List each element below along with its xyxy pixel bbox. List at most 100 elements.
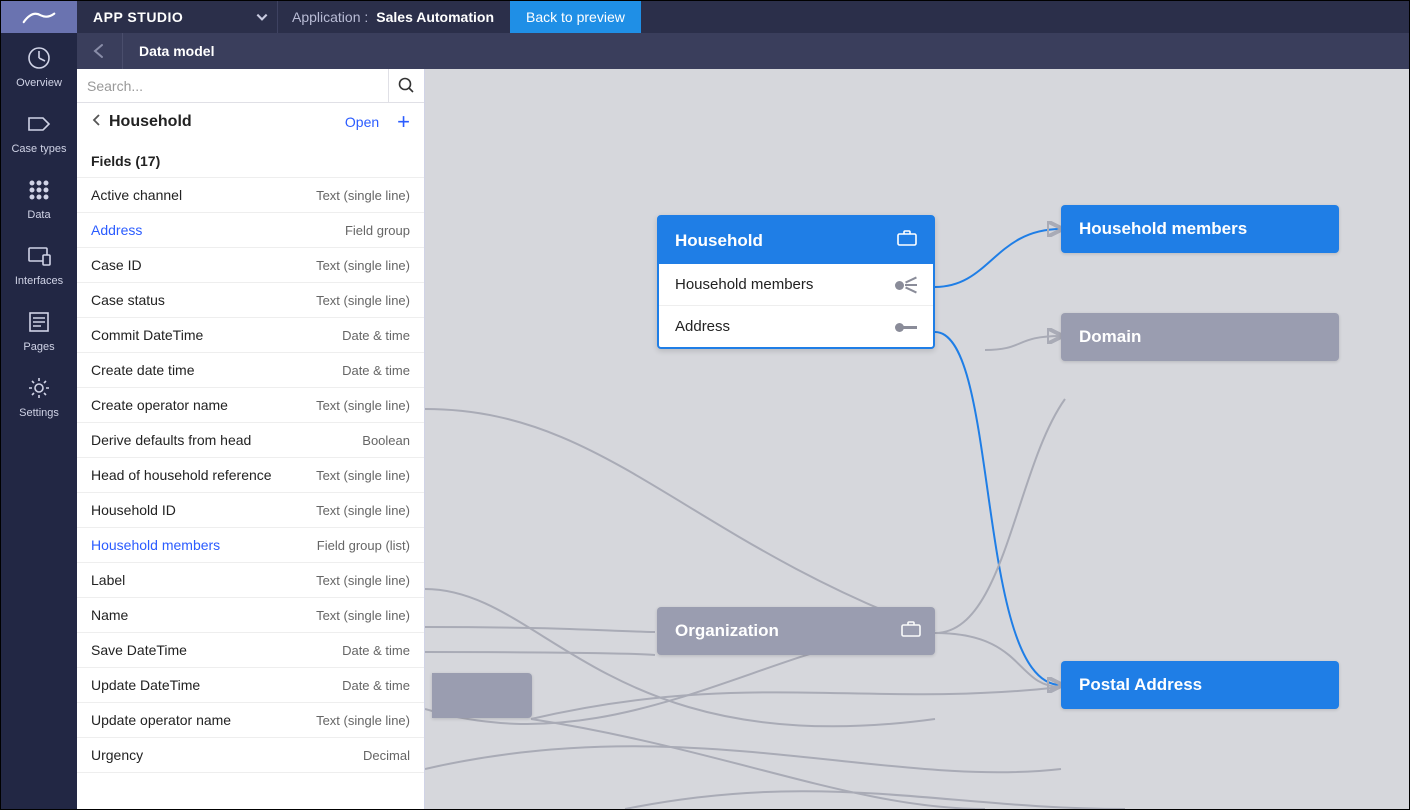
field-row[interactable]: Label Text (single line) [77,563,424,598]
relationship-label: Household members [675,276,813,293]
data-model-canvas[interactable]: Household Household members Address House… [425,69,1409,809]
nav-pages[interactable]: Pages [1,297,77,363]
field-row[interactable]: Create operator name Text (single line) [77,388,424,423]
field-row[interactable]: Case status Text (single line) [77,283,424,318]
field-type: Decimal [363,748,410,763]
node-label: Organization [657,621,797,641]
field-type: Text (single line) [316,398,410,413]
field-type: Date & time [342,363,410,378]
field-row[interactable]: Update DateTime Date & time [77,668,424,703]
open-entity-link[interactable]: Open [345,114,379,130]
card-relationship-row[interactable]: Address [659,305,933,347]
node-household-members[interactable]: Household members [1061,205,1339,253]
nav-label: Case types [11,143,66,155]
node-household-card[interactable]: Household Household members Address [657,215,935,349]
field-name: Update DateTime [91,677,200,693]
field-type: Text (single line) [316,608,410,623]
nav-label: Settings [19,407,59,419]
briefcase-icon [897,230,917,251]
panel-back-caret[interactable] [91,113,101,132]
field-row[interactable]: Commit DateTime Date & time [77,318,424,353]
field-row[interactable]: Name Text (single line) [77,598,424,633]
field-name: Create operator name [91,397,228,413]
field-row[interactable]: Case ID Text (single line) [77,248,424,283]
briefcase-icon [901,621,921,642]
brand-title: APP STUDIO [77,9,247,25]
application-name: Sales Automation [376,9,510,25]
back-button[interactable] [77,33,123,69]
field-name: Update operator name [91,712,231,728]
field-type: Text (single line) [316,188,410,203]
field-type: Text (single line) [316,503,410,518]
breadcrumb-bar: Data model [77,33,1409,69]
nav-label: Interfaces [15,275,63,287]
field-type: Boolean [362,433,410,448]
relationship-label: Address [675,318,730,335]
field-name: Name [91,607,128,623]
field-type: Date & time [342,328,410,343]
field-name: Create date time [91,362,195,378]
field-name: Case ID [91,257,142,273]
field-row[interactable]: Derive defaults from head Boolean [77,423,424,458]
field-type: Text (single line) [316,258,410,273]
field-list: Active channel Text (single line) Address F… [77,177,424,809]
field-row[interactable]: Save DateTimeDate & time [77,633,424,668]
application-label: Application : [278,9,376,25]
field-name: Household ID [91,502,176,518]
field-type: Date & time [342,678,410,693]
field-row[interactable]: Create date time Date & time [77,353,424,388]
back-to-preview-button[interactable]: Back to preview [510,1,641,33]
nav-case-types[interactable]: Case types [1,99,77,165]
field-name: Case status [91,292,165,308]
node-title: Household [675,231,763,251]
card-relationship-row[interactable]: Household members [659,264,933,305]
field-type: Text (single line) [316,468,410,483]
app-logo [1,1,77,33]
node-postal-address[interactable]: Postal Address [1061,661,1339,709]
node-domain[interactable]: Domain [1061,313,1339,361]
search-input[interactable] [77,69,388,102]
one-to-many-icon [895,278,917,292]
field-name: Head of household reference [91,467,272,483]
add-field-button[interactable]: + [397,111,410,133]
one-to-one-icon [895,320,917,334]
field-type: Text (single line) [316,713,410,728]
left-nav-rail: Overview Case types Data Interfaces Page… [1,33,77,809]
node-label: Domain [1061,327,1159,347]
nav-label: Overview [16,77,62,89]
field-name: Urgency [91,747,143,763]
field-name: Active channel [91,187,182,203]
search-button[interactable] [388,69,424,102]
nav-overview[interactable]: Overview [1,33,77,99]
field-row[interactable]: Address Field group [77,213,424,248]
field-name: Commit DateTime [91,327,203,343]
field-row[interactable]: Active channel Text (single line) [77,177,424,213]
field-row[interactable]: Household ID Text (single line) [77,493,424,528]
nav-settings[interactable]: Settings [1,363,77,429]
field-type: Text (single line) [316,293,410,308]
field-row[interactable]: Urgency Decimal [77,738,424,773]
brand-switcher[interactable] [247,10,277,24]
entity-panel: Household Open + Fields (17) Active chan… [77,69,425,809]
node-label: Household members [1061,219,1265,239]
app-topbar: APP STUDIO Application : Sales Automatio… [1,1,1409,33]
field-row[interactable]: Household membersField group (list) [77,528,424,563]
field-name: Label [91,572,125,588]
node-organization[interactable]: Organization [657,607,935,655]
field-type: Text (single line) [316,573,410,588]
field-row[interactable]: Update operator name Text (single line) [77,703,424,738]
field-name: Address [91,222,142,238]
field-row[interactable]: Head of household reference Text (single … [77,458,424,493]
nav-label: Data [27,209,50,221]
field-type: Field group [345,223,410,238]
nav-data[interactable]: Data [1,165,77,231]
node-partial[interactable] [432,673,532,718]
field-name: Save DateTime [91,642,187,658]
field-name: Derive defaults from head [91,432,251,448]
nav-interfaces[interactable]: Interfaces [1,231,77,297]
node-label: Postal Address [1061,675,1220,695]
entity-title: Household [109,113,337,131]
page-title: Data model [123,43,214,59]
nav-label: Pages [23,341,54,353]
field-type: Field group (list) [317,538,410,553]
